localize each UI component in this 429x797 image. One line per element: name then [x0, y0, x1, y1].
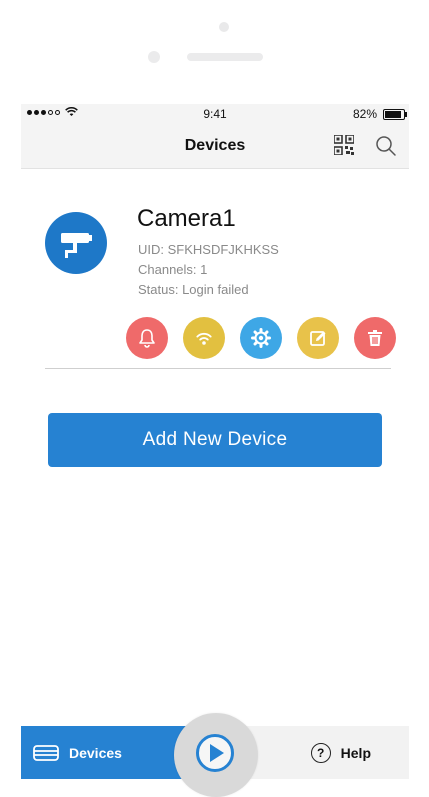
device-name: Camera1	[137, 205, 236, 232]
device-card[interactable]: Camera1 UID: SFKHSDFJKHKSS Channels: 1 S…	[45, 198, 396, 369]
search-icon[interactable]	[375, 135, 397, 157]
device-channels: Channels: 1	[138, 262, 208, 277]
earpiece-speaker	[187, 53, 263, 61]
alarm-button[interactable]	[126, 317, 168, 359]
play-icon[interactable]	[195, 733, 235, 773]
gear-icon	[251, 328, 271, 348]
tab-help-label: Help	[340, 744, 371, 761]
wifi-icon	[196, 332, 212, 345]
device-uid: UID: SFKHSDFJKHKSS	[138, 242, 279, 257]
add-new-device-button[interactable]: Add New Device	[48, 413, 382, 467]
trash-icon	[368, 330, 382, 346]
status-bar: 9:41 82%	[21, 104, 409, 124]
bell-icon	[139, 329, 155, 348]
wifi-button[interactable]	[183, 317, 225, 359]
proximity-sensor	[148, 51, 160, 63]
clock-time: 9:41	[203, 107, 227, 121]
battery-icon	[383, 108, 407, 120]
front-camera	[219, 22, 229, 32]
devices-tab-icon	[33, 744, 59, 761]
device-status: Status: Login failed	[138, 282, 249, 297]
delete-button[interactable]	[354, 317, 396, 359]
settings-button[interactable]	[240, 317, 282, 359]
edit-button[interactable]	[297, 317, 339, 359]
navigation-bar: Devices	[21, 124, 409, 169]
help-icon: ?	[310, 742, 331, 763]
device-actions	[126, 317, 396, 359]
battery-percentage: 82%	[352, 107, 377, 121]
edit-icon	[310, 331, 326, 346]
camera-icon	[45, 212, 107, 274]
tab-devices-label: Devices	[69, 744, 122, 761]
qr-code-icon[interactable]	[334, 135, 354, 155]
